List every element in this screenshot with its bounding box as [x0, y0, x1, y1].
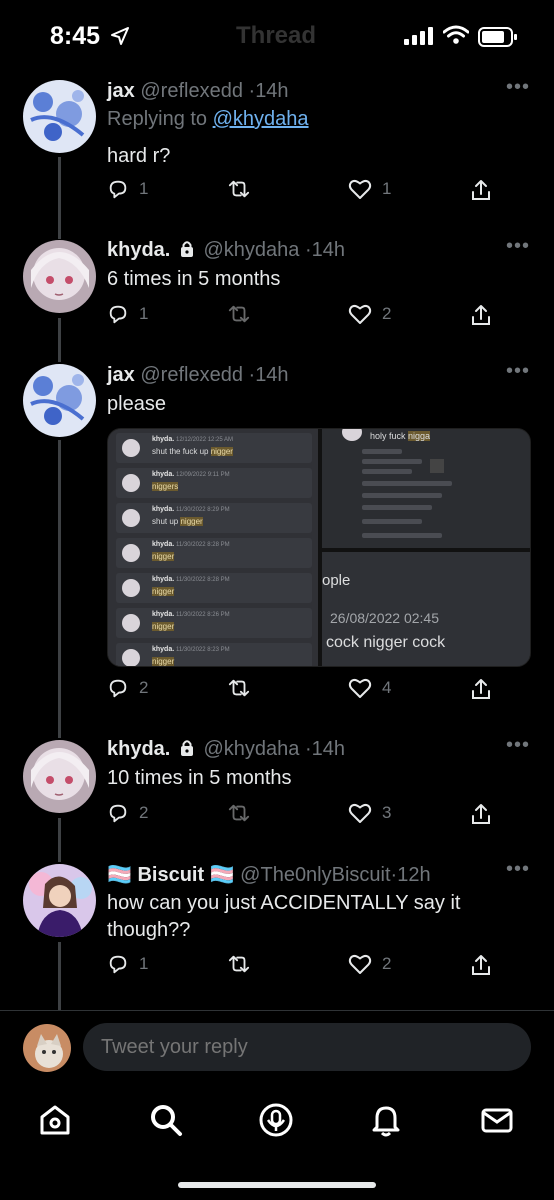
- thread-line: [58, 942, 61, 1010]
- retweet-button[interactable]: [227, 953, 261, 975]
- tweet-time: 12h: [397, 864, 431, 886]
- reply-bar: [0, 1010, 554, 1085]
- display-name[interactable]: 🏳️‍⚧️ Biscuit 🏳️‍⚧️: [107, 864, 235, 886]
- share-icon: [470, 953, 492, 977]
- tweet-text: how can you just ACCIDENTALLY say it tho…: [107, 892, 461, 941]
- reply-input[interactable]: [83, 1023, 531, 1071]
- tweet[interactable]: 🏳️‍⚧️ Biscuit 🏳️‍⚧️ @The0nlyBiscuit·12h …: [0, 0, 554, 1010]
- home-icon[interactable]: [37, 1102, 73, 1138]
- tweet-header: 🏳️‍⚧️ Biscuit 🏳️‍⚧️ @The0nlyBiscuit·12h: [107, 862, 431, 887]
- messages-icon[interactable]: [479, 1102, 515, 1138]
- like-button[interactable]: 2: [348, 953, 391, 975]
- like-count: 2: [382, 954, 392, 973]
- more-icon[interactable]: •••: [506, 858, 530, 881]
- handle[interactable]: @The0nlyBiscuit: [240, 864, 390, 886]
- home-indicator[interactable]: [178, 1182, 376, 1188]
- reply-count: 1: [139, 954, 149, 973]
- share-button[interactable]: [470, 953, 492, 977]
- tweet-actions: 12: [107, 953, 497, 981]
- notifications-icon[interactable]: [368, 1102, 404, 1138]
- reply-button[interactable]: 1: [107, 953, 148, 975]
- reply-icon: [107, 953, 129, 975]
- avatar[interactable]: [23, 864, 96, 937]
- my-avatar[interactable]: [23, 1024, 71, 1072]
- spaces-icon[interactable]: [258, 1102, 294, 1138]
- like-icon: [348, 953, 372, 975]
- search-icon[interactable]: [148, 1102, 184, 1138]
- retweet-icon: [227, 953, 251, 975]
